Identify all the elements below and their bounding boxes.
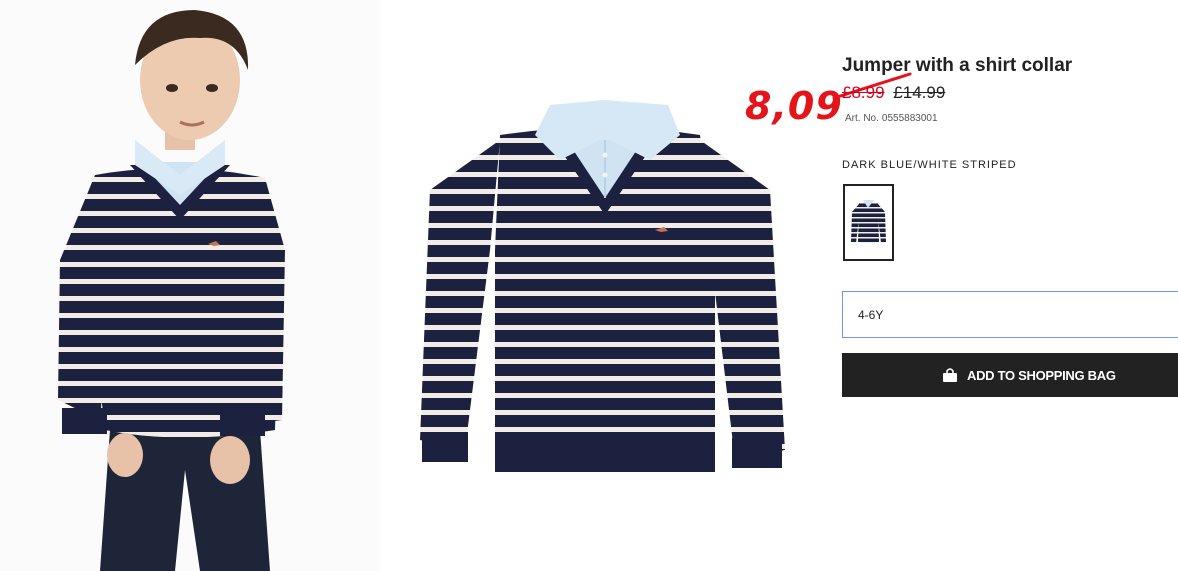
product-photo[interactable] [400,80,810,500]
add-to-bag-button[interactable]: ADD TO SHOPPING BAG [842,353,1178,397]
shopping-bag-icon [943,368,957,382]
product-illustration [420,100,785,472]
add-to-bag-label: ADD TO SHOPPING BAG [967,367,1116,383]
original-price: £14.99 [893,83,946,102]
model-illustration [0,0,380,571]
article-number-label: Art. No. [845,113,879,124]
sale-price: £8.99 [842,83,885,102]
price-row: £8.99 £14.99 [842,83,945,103]
model-photo [0,0,380,571]
color-label: DARK BLUE/WHITE STRIPED [842,159,1017,171]
article-number-value: 0555883001 [881,113,938,124]
size-select[interactable]: 4-6Y [842,291,1178,338]
color-swatch-selected[interactable] [843,184,894,261]
article-number: Art. No. 0555883001 [842,113,938,124]
product-title: Jumper with a shirt collar [842,55,1073,76]
handwritten-price-annotation: 8,09 [745,84,843,128]
swatch-thumbnail [851,200,886,243]
